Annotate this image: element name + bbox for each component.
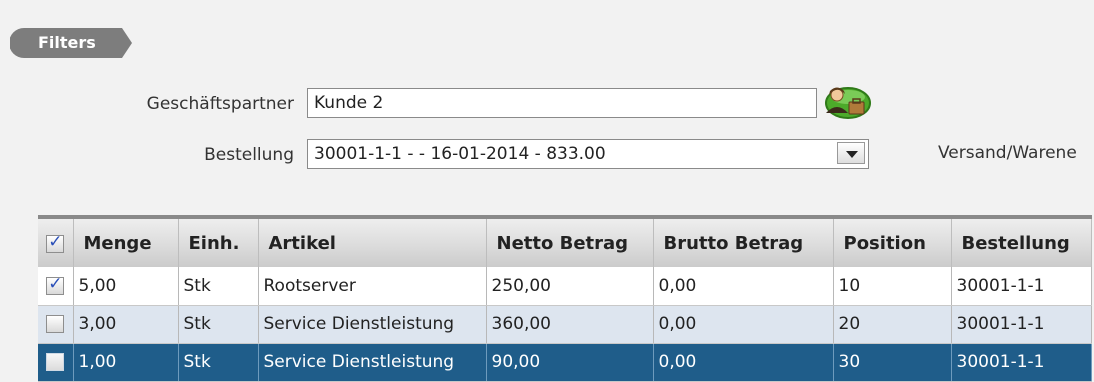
column-header-menge[interactable]: Menge [73,215,179,267]
cell-artikel: Service Dienstleistung [258,305,487,344]
cell-bestellung: 30001-1-1 [951,343,1092,382]
partner-input[interactable]: Kunde 2 [307,88,817,118]
cell-brutto: 0,00 [653,305,834,344]
order-dropdown-chevron-icon[interactable] [837,142,865,164]
order-select-value: 30001-1-1 - - 16-01-2014 - 833.00 [314,144,606,164]
table-header-row: Menge Einh. Artikel Netto Betrag Brutto … [38,215,1092,267]
column-header-brutto-betrag[interactable]: Brutto Betrag [653,215,834,267]
column-header-netto-betrag[interactable]: Netto Betrag [486,215,654,267]
partner-lookup-icon[interactable] [818,82,872,122]
row-checkbox-cell[interactable] [38,305,74,344]
row-checkbox-cell[interactable] [38,343,74,382]
cell-bestellung: 30001-1-1 [951,305,1092,344]
cell-netto: 90,00 [486,343,654,382]
cell-einh: Stk [178,305,259,344]
cell-bestellung: 30001-1-1 [951,267,1092,306]
cell-artikel: Rootserver [258,267,487,306]
column-header-position[interactable]: Position [833,215,952,267]
filters-label: Filters [38,33,96,52]
cell-artikel: Service Dienstleistung [258,343,487,382]
cell-menge: 3,00 [73,305,179,344]
cell-einh: Stk [178,267,259,306]
select-all-checkbox[interactable] [46,232,65,253]
cell-netto: 360,00 [486,305,654,344]
order-select[interactable]: 30001-1-1 - - 16-01-2014 - 833.00 [307,139,869,169]
cell-brutto: 0,00 [653,267,834,306]
column-header-bestellung[interactable]: Bestellung [951,215,1092,267]
filters-tab[interactable]: Filters [10,26,134,60]
row-checkbox[interactable] [46,274,65,295]
table-row[interactable]: 3,00 Stk Service Dienstleistung 360,00 0… [38,305,1092,344]
table-row[interactable]: 5,00 Stk Rootserver 250,00 0,00 10 30001… [38,267,1092,306]
order-items-table: Menge Einh. Artikel Netto Betrag Brutto … [38,215,1092,382]
cell-position: 20 [833,305,952,344]
order-label: Bestellung [204,145,294,165]
row-checkbox[interactable] [46,353,65,371]
cell-position: 30 [833,343,952,382]
row-checkbox-cell[interactable] [38,267,74,306]
cell-menge: 1,00 [73,343,179,382]
table-row[interactable]: 1,00 Stk Service Dienstleistung 90,00 0,… [38,343,1092,382]
select-all-checkbox-cell[interactable] [38,215,74,267]
row-checkbox[interactable] [46,315,65,333]
cell-menge: 5,00 [73,267,179,306]
partner-label: Geschäftspartner [146,94,294,114]
column-header-einh[interactable]: Einh. [178,215,259,267]
cell-brutto: 0,00 [653,343,834,382]
cell-einh: Stk [178,343,259,382]
shipping-label: Versand/Warene [938,143,1077,163]
cell-netto: 250,00 [486,267,654,306]
cell-position: 10 [833,267,952,306]
column-header-artikel[interactable]: Artikel [258,215,487,267]
